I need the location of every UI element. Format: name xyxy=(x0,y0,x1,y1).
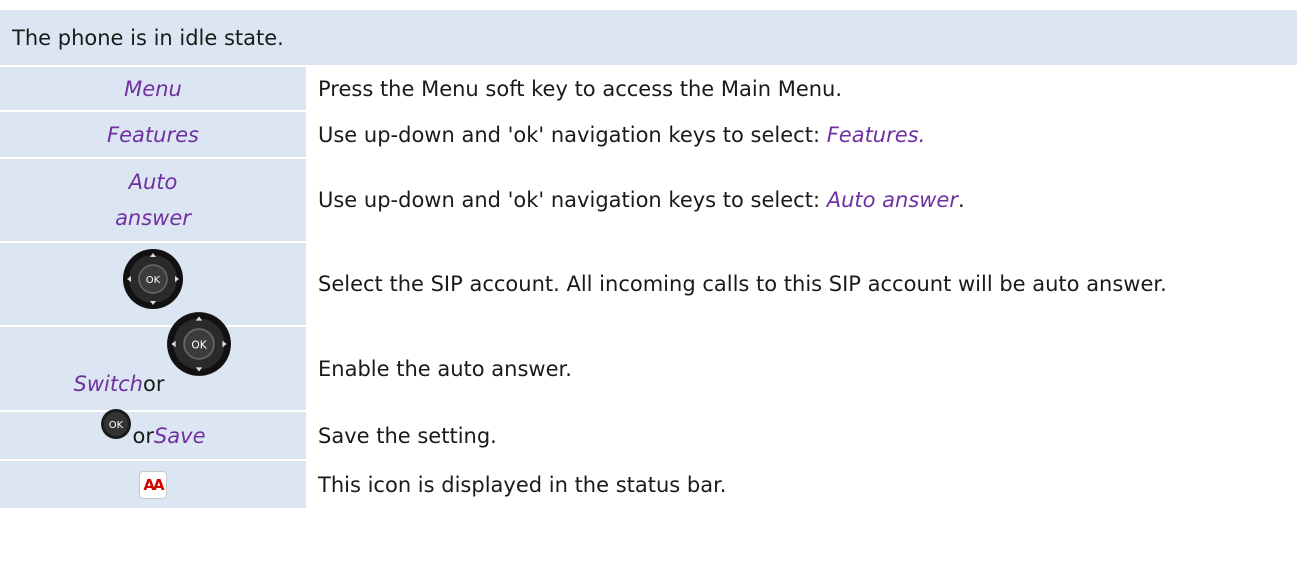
step-description: Select the SIP account. All incoming cal… xyxy=(308,243,1297,325)
step-action: AA xyxy=(0,461,308,508)
step-action: Auto answer xyxy=(0,159,308,241)
or-text: or xyxy=(132,423,154,448)
step-description: Press the Menu soft key to access the Ma… xyxy=(308,67,1297,110)
step-text: Enable the auto answer. xyxy=(318,356,572,381)
step-text-suffix: . xyxy=(957,188,965,212)
step-text: Use up-down and 'ok' navigation keys to … xyxy=(318,117,925,153)
procedure-table: The phone is in idle state. Menu Press t… xyxy=(0,10,1297,508)
auto-answer-label-line1: Auto xyxy=(128,170,178,194)
ok-button-icon: OK xyxy=(100,408,132,451)
or-text: or xyxy=(142,372,165,396)
menu-softkey-label: Menu xyxy=(124,76,182,101)
table-row: Auto answer Use up-down and 'ok' navigat… xyxy=(0,159,1297,243)
step-text: This icon is displayed in the status bar… xyxy=(318,472,727,497)
step-action: Switch or OK xyxy=(0,312,308,410)
step-description: Enable the auto answer. xyxy=(308,327,1297,410)
svg-text:OK: OK xyxy=(109,420,124,431)
table-row: Menu Press the Menu soft key to access t… xyxy=(0,67,1297,112)
save-softkey-label: Save xyxy=(153,423,206,448)
table-row: AA This icon is displayed in the status … xyxy=(0,461,1297,508)
switch-softkey-label: Switch xyxy=(73,372,143,396)
step-text-prefix: Use up-down and 'ok' navigation keys to … xyxy=(318,188,827,212)
table-row: OK or Save Save the setting. xyxy=(0,409,1297,461)
table-header: The phone is in idle state. xyxy=(0,10,1297,67)
table-row: Features Use up-down and 'ok' navigation… xyxy=(0,112,1297,159)
step-text: Save the setting. xyxy=(318,423,497,448)
step-action: Menu xyxy=(0,67,308,110)
step-action: Features xyxy=(0,112,308,157)
step-text: Press the Menu soft key to access the Ma… xyxy=(318,76,843,101)
navigation-ok-key-icon: OK xyxy=(166,311,232,388)
step-text-prefix: Use up-down and 'ok' navigation keys to … xyxy=(318,122,827,147)
navigation-ok-key-icon: OK xyxy=(122,248,184,321)
table-row: Switch or OK Enable the auto answer. xyxy=(0,312,1297,412)
features-label: Features xyxy=(107,122,199,147)
svg-text:OK: OK xyxy=(192,338,208,351)
step-description: This icon is displayed in the status bar… xyxy=(308,461,1297,508)
step-text: Use up-down and 'ok' navigation keys to … xyxy=(318,182,965,218)
auto-answer-label-line2: answer xyxy=(115,206,191,230)
step-action: OK or Save xyxy=(0,409,308,459)
step-text: Select the SIP account. All incoming cal… xyxy=(318,272,1167,296)
step-text-emphasis: Auto answer xyxy=(826,188,958,212)
step-description: Use up-down and 'ok' navigation keys to … xyxy=(308,159,1297,241)
svg-text:OK: OK xyxy=(146,275,161,286)
header-text: The phone is in idle state. xyxy=(12,25,284,50)
auto-answer-status-icon: AA xyxy=(139,470,167,499)
step-text-emphasis: Features. xyxy=(826,122,926,147)
step-action: OK xyxy=(0,243,308,325)
step-description: Save the setting. xyxy=(308,412,1297,459)
step-description: Use up-down and 'ok' navigation keys to … xyxy=(308,112,1297,157)
